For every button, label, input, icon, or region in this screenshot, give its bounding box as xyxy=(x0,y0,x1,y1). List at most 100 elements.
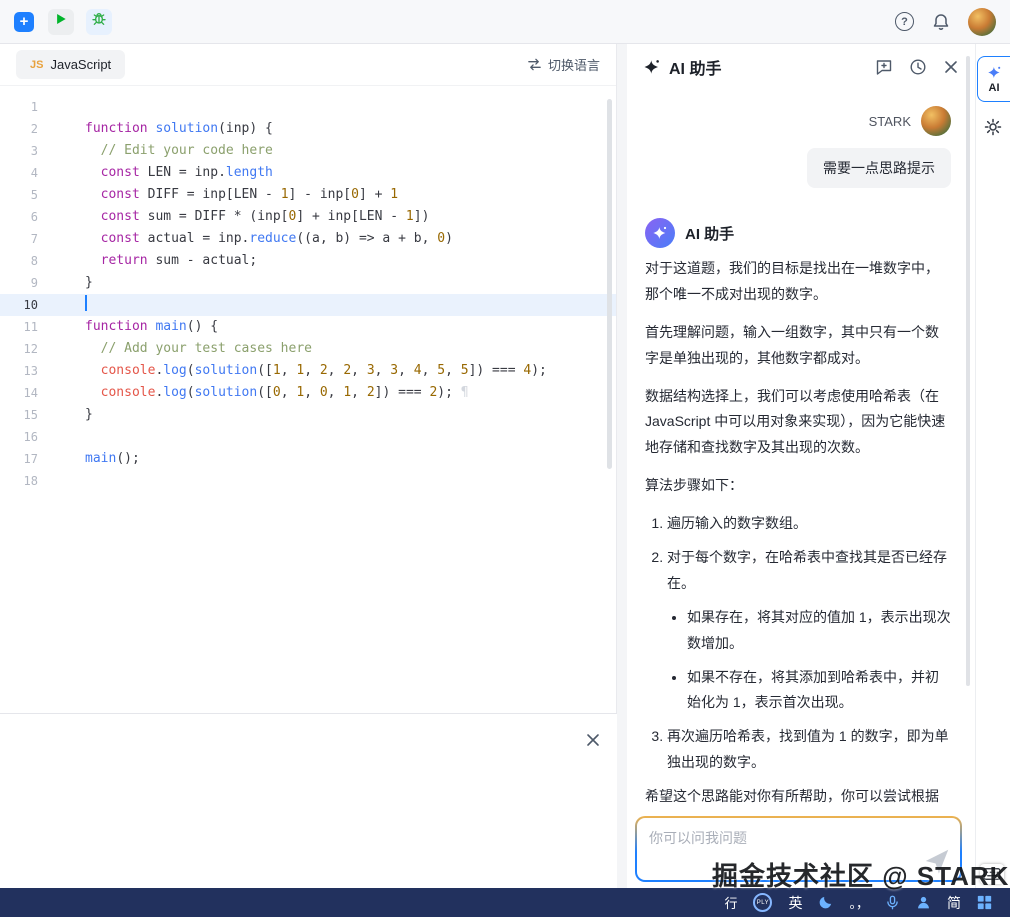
line-number: 12 xyxy=(0,338,58,360)
ai-paragraphs: 对于这道题，我们的目标是找出在一堆数字中，那个唯一不成对出现的数字。首先理解问题… xyxy=(645,256,951,499)
code-lines: 12function solution(inp) {3 // Edit your… xyxy=(0,86,616,492)
line-number: 15 xyxy=(0,404,58,426)
ime-punctuation-toggle[interactable]: 。， xyxy=(849,893,869,912)
ai-closing: 希望这个思路能对你有所帮助，你可以尝试根据这个思路去完善代码。 xyxy=(645,784,951,810)
code-line[interactable]: 7 const actual = inp.reduce((a, b) => a … xyxy=(0,228,616,250)
notifications-button[interactable] xyxy=(932,13,950,31)
line-number: 4 xyxy=(0,162,58,184)
user-message-avatar[interactable] xyxy=(921,106,951,136)
ai-message: 对于这道题，我们的目标是找出在一堆数字中，那个唯一不成对出现的数字。首先理解问题… xyxy=(645,256,951,810)
code-line[interactable]: 18 xyxy=(0,470,616,492)
ai-step-bullet: 如果不存在，将其添加到哈希表中，并初始化为 1，表示首次出现。 xyxy=(687,665,951,717)
ime-mode-label[interactable]: 行 xyxy=(724,893,737,912)
run-button[interactable] xyxy=(48,9,74,35)
line-number: 18 xyxy=(0,470,58,492)
code-line[interactable]: 3 // Edit your code here xyxy=(0,140,616,162)
ime-voice-button[interactable] xyxy=(885,895,900,910)
ai-paragraph: 数据结构选择上，我们可以考虑使用哈希表（在 JavaScript 中可以用对象来… xyxy=(645,384,951,462)
code-line[interactable]: 10 xyxy=(0,294,616,316)
ai-step-bullet: 如果存在，将其对应的值加 1，表示出现次数增加。 xyxy=(687,605,951,657)
new-code-button[interactable]: + xyxy=(14,12,34,32)
ai-steps: 遍历输入的数字数组。对于每个数字，在哈希表中查找其是否已经存在。如果存在，将其对… xyxy=(645,511,951,776)
code-line[interactable]: 8 return sum - actual; xyxy=(0,250,616,272)
line-number: 9 xyxy=(0,272,58,294)
code-line[interactable]: 2function solution(inp) { xyxy=(0,118,616,140)
console-close-button[interactable] xyxy=(585,732,601,748)
switch-language-button[interactable]: 切换语言 xyxy=(527,55,600,74)
person-icon xyxy=(916,895,931,910)
new-chat-icon xyxy=(875,58,893,76)
ai-fab-label: AI xyxy=(989,82,1000,94)
chat-header-icons xyxy=(875,58,959,76)
ai-name: AI 助手 xyxy=(685,223,734,244)
moon-icon xyxy=(818,895,833,910)
plus-icon: + xyxy=(20,14,29,29)
chat-scrollbar[interactable] xyxy=(966,56,970,686)
code-line[interactable]: 13 console.log(solution([1, 1, 2, 2, 3, … xyxy=(0,360,616,382)
play-icon xyxy=(54,12,68,31)
tab-javascript[interactable]: JS JavaScript xyxy=(16,50,125,79)
user-message-bubble: 需要一点思路提示 xyxy=(807,148,951,188)
code-line[interactable]: 12 // Add your test cases here xyxy=(0,338,616,360)
ai-avatar xyxy=(645,218,675,248)
console-panel xyxy=(0,713,617,888)
sparkle-icon xyxy=(987,65,1002,80)
line-number: 16 xyxy=(0,426,58,448)
microphone-icon xyxy=(885,895,900,910)
code-line[interactable]: 17main(); xyxy=(0,448,616,470)
ime-night-mode-button[interactable] xyxy=(818,895,833,910)
sparkle-icon xyxy=(652,225,668,241)
right-toolbar: AI xyxy=(975,44,1010,888)
editor-scrollbar[interactable] xyxy=(607,99,612,469)
sparkle-icon xyxy=(643,58,661,76)
settings-button[interactable] xyxy=(984,118,1002,136)
user-name: STARK xyxy=(869,114,911,129)
gear-icon xyxy=(984,118,1002,136)
line-number: 17 xyxy=(0,448,58,470)
ai-paragraph: 对于这道题，我们的目标是找出在一堆数字中，那个唯一不成对出现的数字。 xyxy=(645,256,951,308)
history-button[interactable] xyxy=(909,58,927,76)
bell-icon xyxy=(932,13,950,31)
swap-arrows-icon xyxy=(527,57,542,72)
chat-close-button[interactable] xyxy=(943,59,959,75)
code-line[interactable]: 14 console.log(solution([0, 1, 0, 1, 2])… xyxy=(0,382,616,404)
close-icon xyxy=(943,59,959,75)
code-line[interactable]: 5 const DIFF = inp[LEN - 1] - inp[0] + 1 xyxy=(0,184,616,206)
ai-step: 再次遍历哈希表，找到值为 1 的数字，即为单独出现的数字。 xyxy=(667,724,951,776)
code-line[interactable]: 11function main() { xyxy=(0,316,616,338)
code-line[interactable]: 15} xyxy=(0,404,616,426)
editor-tabbar: JS JavaScript 切换语言 xyxy=(0,44,616,86)
code-line[interactable]: 1 xyxy=(0,96,616,118)
ime-toolbox-button[interactable] xyxy=(977,895,992,910)
grid-icon xyxy=(977,895,992,910)
watermark: 掘金技术社区 @ STARK xyxy=(712,856,1009,893)
line-number: 14 xyxy=(0,382,58,404)
line-number: 5 xyxy=(0,184,58,206)
code-line[interactable]: 16 xyxy=(0,426,616,448)
ime-language-toggle[interactable]: 英 xyxy=(788,893,802,913)
history-icon xyxy=(909,58,927,76)
ai-panel-toggle[interactable]: AI xyxy=(977,56,1010,102)
topbar: + ? xyxy=(0,0,1010,44)
ai-message-header: AI 助手 xyxy=(645,218,951,248)
ai-paragraph: 算法步骤如下： xyxy=(645,473,951,499)
code-line[interactable]: 4 const LEN = inp.length xyxy=(0,162,616,184)
ai-assistant-panel: AI 助手 STARK 需要一点思路提示 AI 助手 对于这道题，我们的目标是找… xyxy=(627,44,975,888)
code-line[interactable]: 6 const sum = DIFF * (inp[0] + inp[LEN -… xyxy=(0,206,616,228)
new-chat-button[interactable] xyxy=(875,58,893,76)
line-number: 11 xyxy=(0,316,58,338)
ai-step: 遍历输入的数字数组。 xyxy=(667,511,951,537)
ime-logo-icon[interactable]: PLY xyxy=(753,893,772,912)
question-icon: ? xyxy=(901,16,908,28)
line-number: 13 xyxy=(0,360,58,382)
ime-account-button[interactable] xyxy=(916,895,931,910)
code-editor: JS JavaScript 切换语言 12function solution(i… xyxy=(0,44,617,713)
debug-button[interactable] xyxy=(86,9,112,35)
ime-simplified-toggle[interactable]: 简 xyxy=(947,893,961,913)
user-avatar[interactable] xyxy=(968,8,996,36)
chat-messages: STARK 需要一点思路提示 AI 助手 对于这道题，我们的目标是找出在一堆数字… xyxy=(627,90,969,810)
ai-step: 对于每个数字，在哈希表中查找其是否已经存在。如果存在，将其对应的值加 1，表示出… xyxy=(667,545,951,716)
code-line[interactable]: 9} xyxy=(0,272,616,294)
screen: + ? JS JavaScript 切换语言 12function s xyxy=(0,0,1010,917)
help-button[interactable]: ? xyxy=(895,12,914,31)
